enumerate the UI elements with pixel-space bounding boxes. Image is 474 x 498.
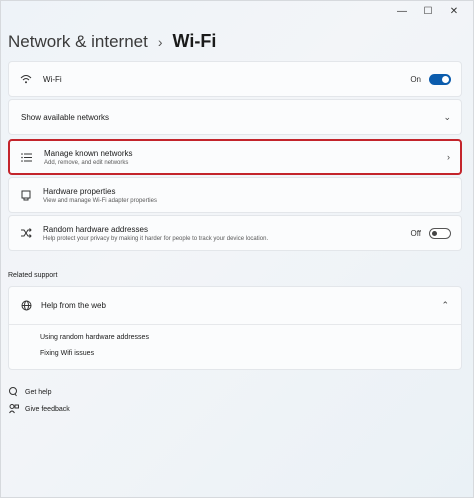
breadcrumb-parent[interactable]: Network & internet <box>8 32 148 52</box>
feedback-icon <box>8 404 20 414</box>
wifi-label: Wi-Fi <box>43 74 62 84</box>
list-icon <box>12 152 42 162</box>
help-from-web-title: Help from the web <box>41 301 106 310</box>
give-feedback-link[interactable]: Give feedback <box>8 404 70 414</box>
settings-window: — ☐ ✕ Network & internet › Wi-Fi Wi-Fi O… <box>0 0 474 498</box>
wifi-icon <box>11 74 41 84</box>
get-help-link[interactable]: Get help <box>8 387 51 397</box>
wifi-toggle[interactable] <box>429 73 451 85</box>
random-hardware-addresses[interactable]: Random hardware addresses Help protect y… <box>8 215 462 251</box>
breadcrumb: Network & internet › Wi-Fi <box>8 31 216 52</box>
help-from-web-panel: Help from the web ⌃ Using random hardwar… <box>8 286 462 370</box>
manage-known-subtitle: Add, remove, and edit networks <box>44 159 129 166</box>
manage-known-networks[interactable]: Manage known networks Add, remove, and e… <box>8 139 462 175</box>
close-button[interactable]: ✕ <box>441 3 467 19</box>
random-title: Random hardware addresses <box>43 224 148 234</box>
show-available-networks[interactable]: Show available networks ⌄ <box>8 99 462 135</box>
random-state: Off <box>410 228 421 238</box>
hardware-properties[interactable]: Hardware properties View and manage Wi-F… <box>8 177 462 213</box>
related-support-heading: Related support <box>8 272 58 279</box>
minimize-button[interactable]: — <box>389 3 415 19</box>
hardware-title: Hardware properties <box>43 186 116 196</box>
chevron-down-icon: ⌄ <box>443 111 451 122</box>
breadcrumb-separator: › <box>157 33 163 50</box>
maximize-button[interactable]: ☐ <box>415 3 441 19</box>
help-icon <box>8 387 20 397</box>
random-subtitle: Help protect your privacy by making it h… <box>43 235 269 242</box>
random-toggle[interactable] <box>429 227 451 239</box>
manage-known-title: Manage known networks <box>44 148 133 158</box>
page-title: Wi-Fi <box>172 31 217 51</box>
chevron-up-icon: ⌃ <box>441 300 449 310</box>
give-feedback-label: Give feedback <box>25 405 70 413</box>
chevron-right-icon: › <box>447 152 450 162</box>
link-fixing-wifi[interactable]: Fixing Wifi issues <box>40 350 94 357</box>
globe-icon <box>11 300 41 311</box>
show-available-label: Show available networks <box>21 112 110 122</box>
wifi-card[interactable]: Wi-Fi On <box>8 61 462 97</box>
link-random-hardware[interactable]: Using random hardware addresses <box>40 334 149 341</box>
get-help-label: Get help <box>25 388 52 396</box>
window-controls: — ☐ ✕ <box>389 3 467 19</box>
adapter-icon <box>11 190 41 201</box>
hardware-subtitle: View and manage Wi-Fi adapter properties <box>43 197 157 204</box>
shuffle-icon <box>11 228 41 238</box>
help-from-web-header[interactable]: Help from the web ⌃ <box>9 287 461 325</box>
wifi-state: On <box>410 74 421 84</box>
